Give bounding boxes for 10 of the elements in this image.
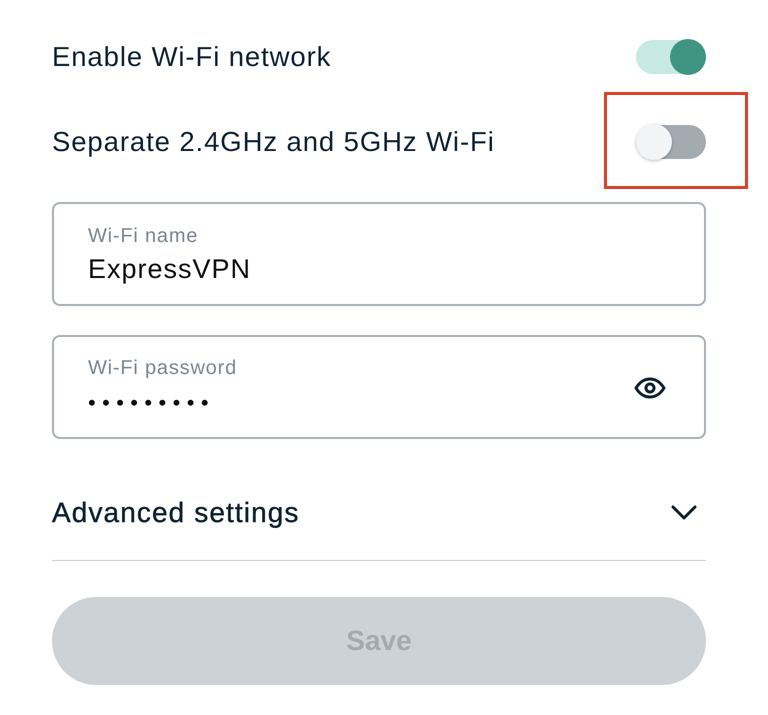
input-field[interactable]: Wi-Fi name ExpressVPN: [52, 202, 706, 306]
field-label: Wi-Fi name: [88, 225, 198, 247]
setting-label: Separate 2.4GHz and 5GHz Wi-Fi: [52, 125, 495, 159]
toggle-switch[interactable]: [636, 125, 706, 159]
setting-label: Enable Wi-Fi network: [52, 40, 332, 74]
eye-icon[interactable]: [634, 377, 666, 399]
field-label: Wi-Fi password: [88, 357, 237, 379]
advanced-settings-toggle[interactable]: Advanced settings: [52, 493, 706, 533]
toggle-switch[interactable]: [636, 40, 706, 74]
password-field[interactable]: Wi-Fi password •••••••••: [52, 335, 706, 439]
